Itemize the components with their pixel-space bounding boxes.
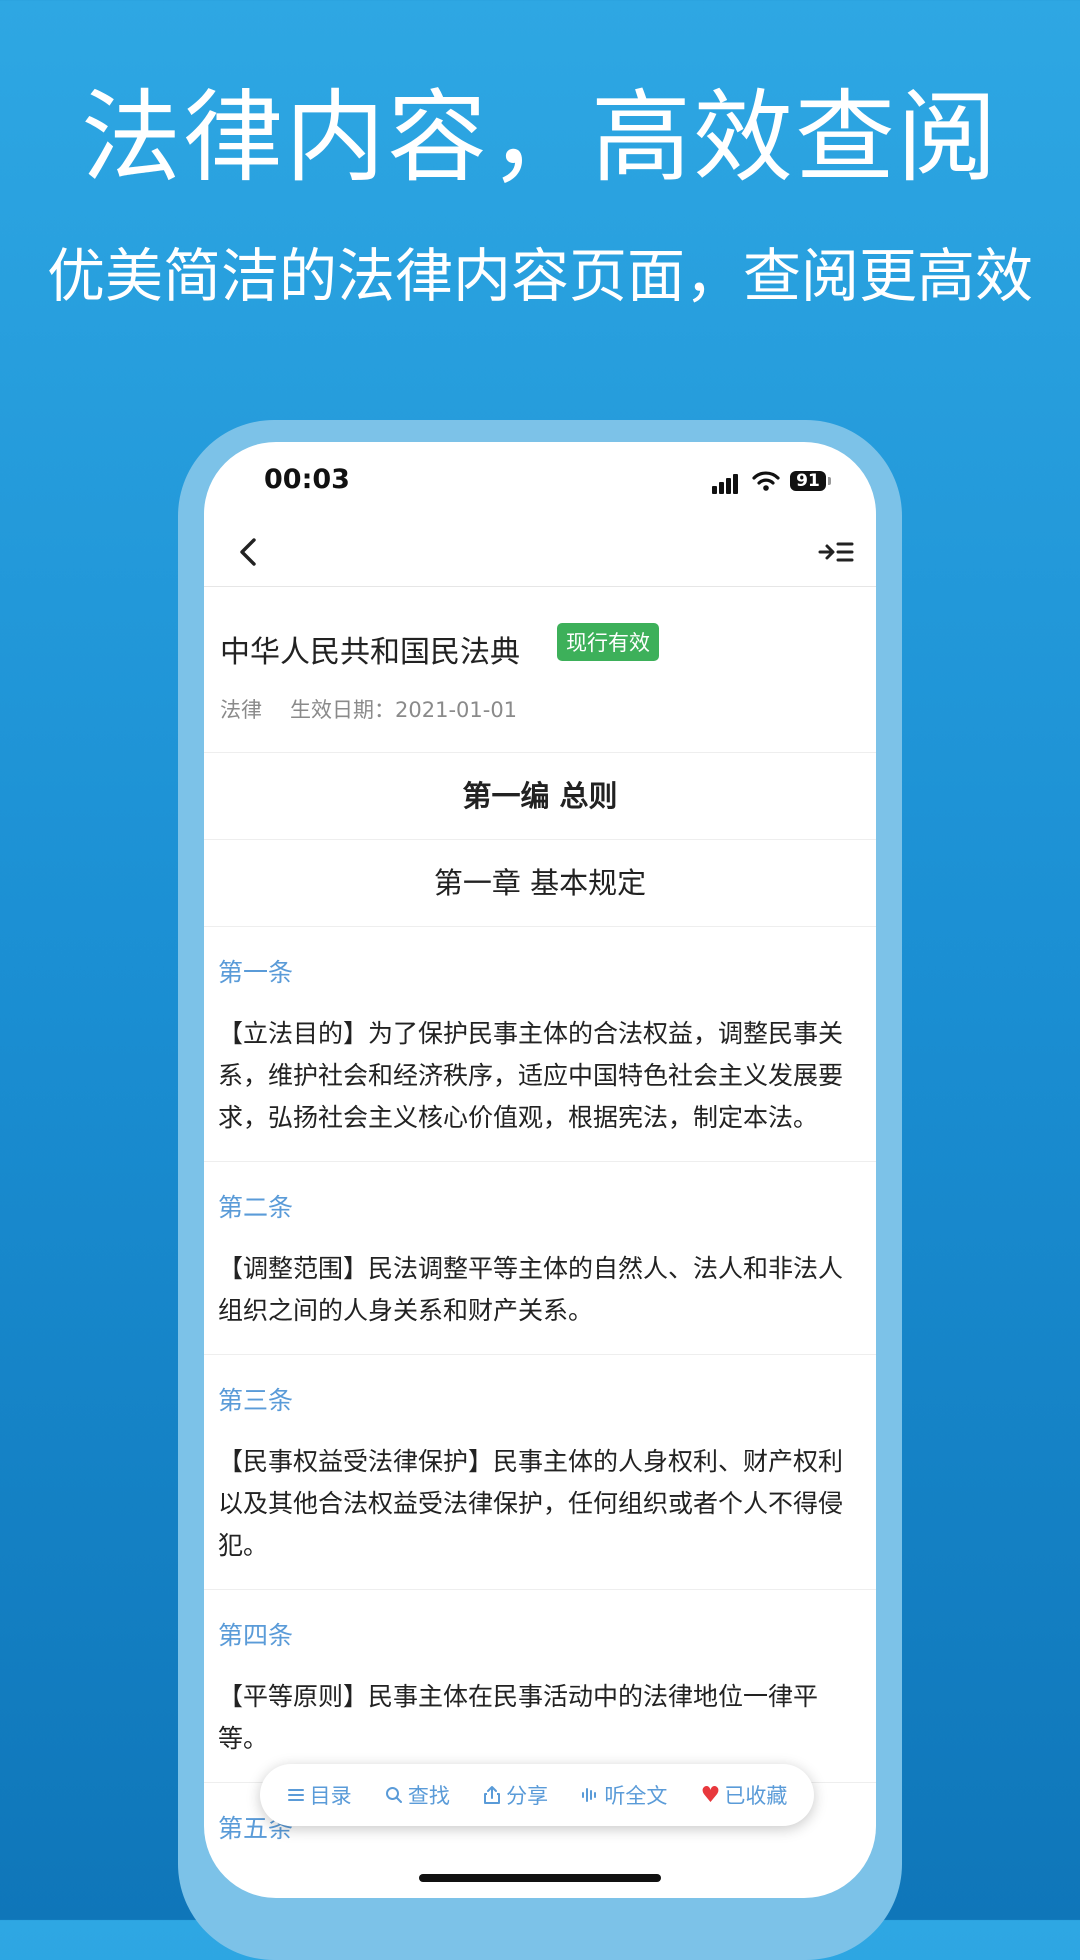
search-button[interactable]: 查找 (385, 1780, 450, 1810)
bottom-toolbar: 目录 查找 分享 听全文 ♥ 已收藏 (260, 1764, 814, 1826)
share-button[interactable]: 分享 (483, 1780, 548, 1810)
part-title: 第一编 总则 (204, 753, 876, 840)
article-item[interactable]: 第二条 【调整范围】民法调整平等主体的自然人、法人和非法人组织之间的人身关系和财… (204, 1162, 876, 1355)
promo-headline: 法律内容，高效查阅 (81, 79, 999, 196)
article-number: 第四条 (218, 1621, 294, 1650)
document-title: 中华人民共和国民法典 (220, 635, 520, 670)
document-type: 法律 (220, 698, 262, 722)
battery-icon: 91 (790, 471, 826, 491)
chapter-title: 第一章 基本规定 (204, 840, 876, 927)
status-bar: 00:03 91 (204, 442, 876, 522)
list-icon (287, 1789, 304, 1801)
share-icon (484, 1786, 501, 1804)
search-label: 查找 (407, 1784, 450, 1808)
heart-icon: ♥ (700, 1782, 721, 1808)
chevron-left-icon[interactable] (230, 532, 270, 572)
cellular-signal-icon (712, 472, 744, 494)
toc-label: 目录 (309, 1784, 352, 1808)
effective-date: 生效日期：2021-01-01 (290, 698, 518, 722)
outline-indent-icon[interactable] (818, 538, 854, 566)
document-header: 中华人民共和国民法典 现行有效 法律 生效日期：2021-01-01 (204, 587, 876, 753)
battery-tip (828, 477, 831, 485)
article-number: 第三条 (218, 1386, 294, 1415)
article-item[interactable]: 第一条 【立法目的】为了保护民事主体的合法权益，调整民事关系，维护社会和经济秩序… (204, 927, 876, 1162)
document-meta: 法律 生效日期：2021-01-01 (220, 694, 517, 724)
share-label: 分享 (506, 1784, 549, 1808)
article-text: 【立法目的】为了保护民事主体的合法权益，调整民事关系，维护社会和经济秩序，适应中… (218, 1019, 844, 1132)
favorite-label: 已收藏 (724, 1784, 788, 1808)
article-text: 【平等原则】民事主体在民事活动中的法律地位一律平等。 (218, 1682, 819, 1753)
favorite-button[interactable]: ♥ 已收藏 (701, 1780, 788, 1810)
status-badge: 现行有效 (557, 623, 659, 661)
nav-bar (204, 522, 876, 587)
listen-label: 听全文 (604, 1784, 668, 1808)
listen-button[interactable]: 听全文 (581, 1780, 667, 1810)
wifi-icon (752, 471, 780, 491)
article-number: 第一条 (218, 958, 294, 987)
document-content: 中华人民共和国民法典 现行有效 法律 生效日期：2021-01-01 第一编 总则… (204, 587, 876, 1847)
promo-subline: 优美简洁的法律内容页面，查阅更高效 (46, 242, 1033, 310)
status-time: 00:03 (264, 464, 350, 495)
article-text: 【调整范围】民法调整平等主体的自然人、法人和非法人组织之间的人身关系和财产关系。 (218, 1254, 844, 1325)
search-icon (385, 1787, 402, 1803)
article-item[interactable]: 第三条 【民事权益受法律保护】民事主体的人身权利、财产权利以及其他合法权益受法律… (204, 1355, 876, 1590)
home-indicator[interactable] (419, 1874, 661, 1882)
article-item[interactable]: 第四条 【平等原则】民事主体在民事活动中的法律地位一律平等。 (204, 1590, 876, 1783)
phone-screen: 00:03 91 中华人民共和国民法典 现行有效 法律生效日期：2021-01-… (204, 442, 876, 1898)
toc-button[interactable]: 目录 (287, 1780, 352, 1810)
article-number: 第二条 (218, 1193, 294, 1222)
article-text: 【民事权益受法律保护】民事主体的人身权利、财产权利以及其他合法权益受法律保护，任… (218, 1447, 844, 1560)
audio-wave-icon (582, 1788, 597, 1802)
